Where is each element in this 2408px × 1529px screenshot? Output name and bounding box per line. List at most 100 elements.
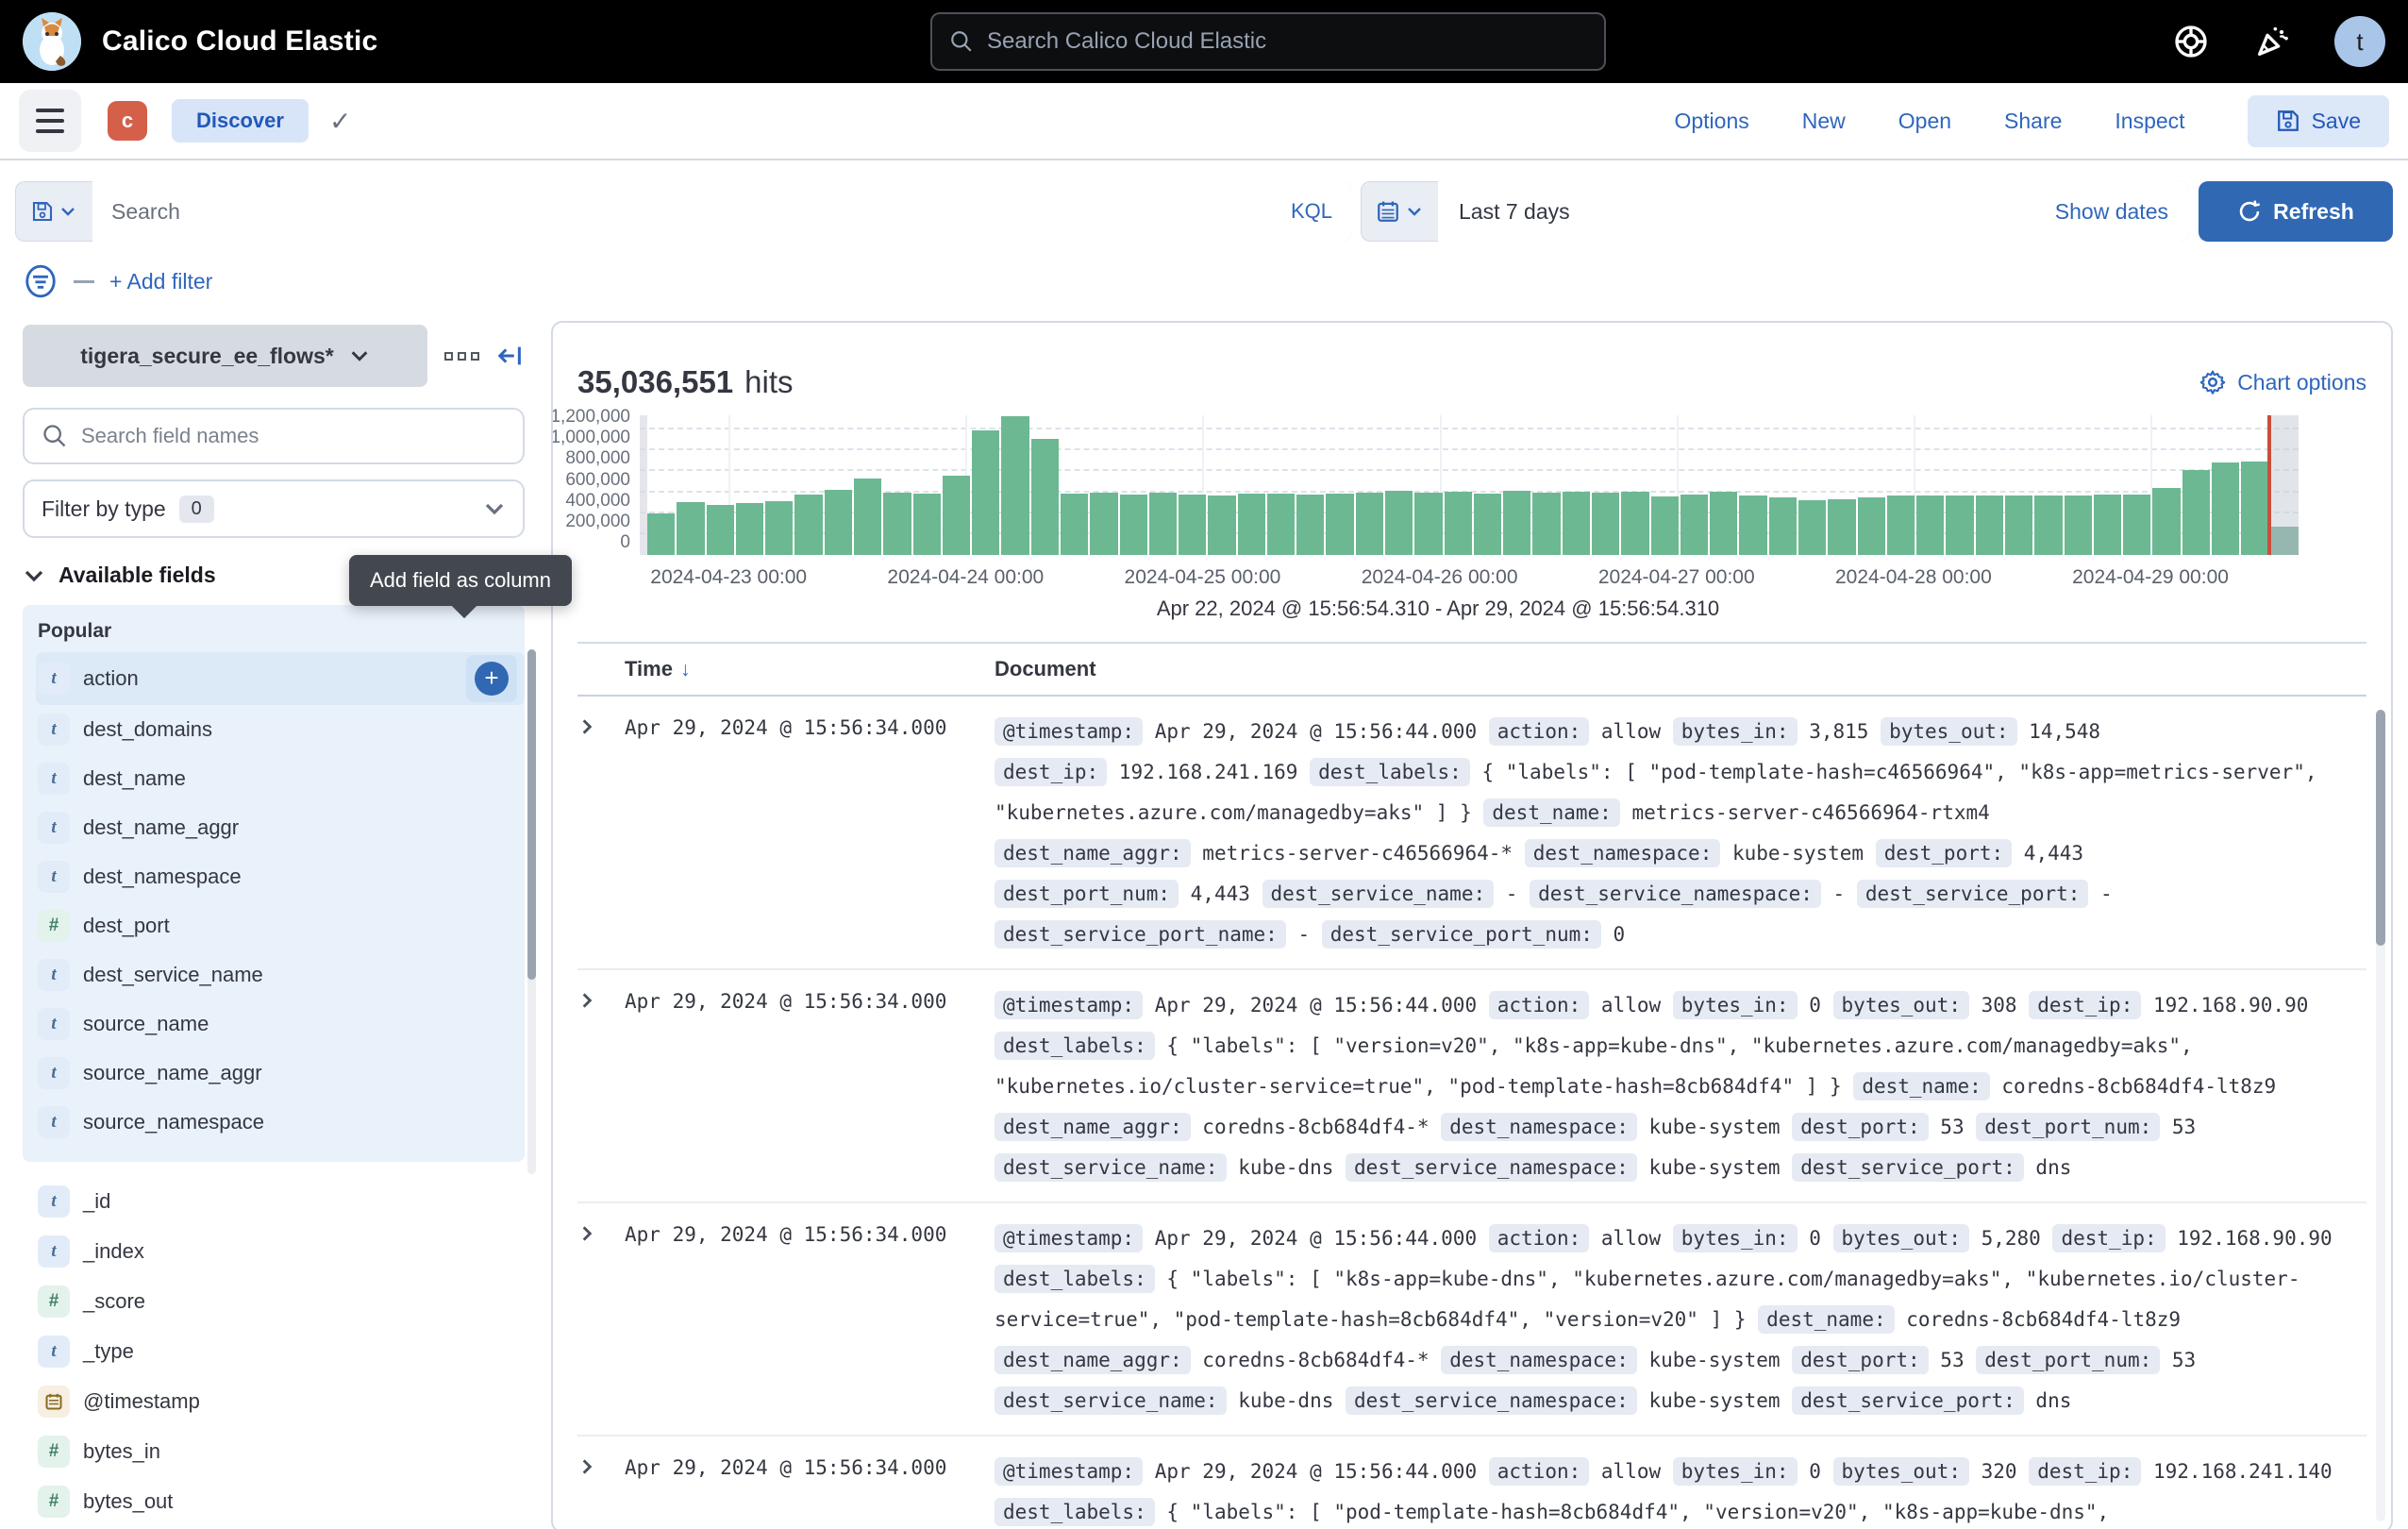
field-type-t-icon: t — [38, 1106, 70, 1138]
date-picker-menu[interactable] — [1361, 181, 1438, 242]
inspect-link[interactable]: Inspect — [2115, 109, 2184, 134]
document-column-header: Document — [995, 657, 2366, 681]
time-range-value[interactable]: Last 7 days — [1459, 199, 1570, 225]
user-avatar[interactable]: t — [2334, 16, 2385, 67]
date-picker-group: Last 7 days Show dates — [1361, 181, 2189, 242]
news-icon[interactable] — [2253, 23, 2291, 60]
field-name-badge: dest_labels: — [995, 1032, 1155, 1060]
check-icon: ✓ — [329, 106, 351, 137]
index-pattern-selector[interactable]: tigera_secure_ee_flows* — [23, 325, 427, 387]
field-name-badge: dest_ip: — [2052, 1224, 2165, 1252]
field-name-badge: dest_labels: — [995, 1498, 1155, 1526]
open-link[interactable]: Open — [1898, 109, 1951, 134]
field-item-_type[interactable]: t_type — [36, 1327, 525, 1376]
field-item-dest_name_aggr[interactable]: tdest_name_aggr — [36, 803, 525, 852]
field-name-badge: dest_service_name: — [995, 1153, 1227, 1182]
app-navbar: c Discover ✓ Options New Open Share Insp… — [0, 83, 2408, 160]
help-icon[interactable] — [2172, 23, 2210, 60]
row-document: @timestamp: Apr 29, 2024 @ 15:56:44.000 … — [995, 985, 2366, 1188]
menu-button[interactable] — [19, 90, 81, 152]
calico-cat-icon — [23, 12, 81, 71]
field-name-badge: dest_service_namespace: — [1346, 1386, 1637, 1415]
collapse-sidebar-icon[interactable] — [496, 342, 525, 370]
expand-row-button[interactable] — [577, 712, 625, 955]
popular-fields-section: Popular taction+tdest_domainstdest_namet… — [23, 605, 525, 1162]
discover-app: Calico Cloud Elastic — [0, 0, 2408, 1529]
table-scrollbar[interactable] — [2376, 710, 2385, 1521]
field-item-source_name[interactable]: tsource_name — [36, 1000, 525, 1049]
filter-separator — [74, 280, 94, 283]
refresh-button[interactable]: Refresh — [2199, 181, 2393, 242]
field-display-options-icon[interactable] — [444, 352, 479, 361]
field-item-dest_name[interactable]: tdest_name — [36, 754, 525, 803]
field-name: dest_namespace — [83, 865, 242, 889]
field-name-badge: dest_service_name: — [1263, 880, 1495, 908]
field-item-bytes_out[interactable]: #bytes_out — [36, 1477, 525, 1526]
field-item-dest_service_name[interactable]: tdest_service_name — [36, 950, 525, 1000]
chart-options-button[interactable]: Chart options — [2199, 369, 2366, 395]
field-name-badge: dest_service_name: — [995, 1386, 1227, 1415]
field-item-@timestamp[interactable]: @timestamp — [36, 1377, 525, 1426]
field-name-badge: bytes_in: — [1673, 991, 1798, 1019]
chevron-down-icon — [349, 345, 370, 366]
field-name-badge: dest_service_port_num: — [1322, 920, 1601, 949]
x-axis-labels: 2024-04-23 00:002024-04-24 00:002024-04-… — [640, 555, 2299, 593]
query-search-input[interactable] — [111, 199, 1279, 225]
query-language-button[interactable]: KQL — [1291, 199, 1332, 224]
share-link[interactable]: Share — [2004, 109, 2062, 134]
field-name-badge: dest_name: — [1758, 1305, 1894, 1334]
add-field-tooltip: Add field as column — [349, 555, 572, 606]
calico-logo[interactable] — [23, 12, 81, 71]
field-item-_id[interactable]: t_id — [36, 1177, 525, 1226]
add-filter-button[interactable]: + Add filter — [109, 269, 212, 294]
field-item-source_namespace[interactable]: tsource_namespace — [36, 1098, 525, 1147]
field-search-input[interactable] — [81, 424, 506, 448]
field-type-t-icon: t — [38, 1185, 70, 1218]
expand-row-button[interactable] — [577, 1452, 625, 1529]
field-type-t-icon: t — [38, 1057, 70, 1089]
sidebar-scrollbar[interactable] — [527, 649, 536, 1174]
histogram-bars[interactable] — [640, 415, 2299, 555]
row-timestamp: Apr 29, 2024 @ 15:56:34.000 — [625, 1452, 995, 1529]
field-search[interactable] — [23, 408, 525, 464]
show-dates-button[interactable]: Show dates — [2055, 199, 2168, 225]
field-type-num-icon: # — [38, 1436, 70, 1468]
options-link[interactable]: Options — [1674, 109, 1748, 134]
breadcrumb[interactable]: Discover — [172, 99, 309, 143]
row-document: @timestamp: Apr 29, 2024 @ 15:56:44.000 … — [995, 1452, 2366, 1529]
filter-icon[interactable] — [23, 263, 59, 299]
field-name-badge: dest_port_num: — [1976, 1113, 2160, 1141]
field-name-badge: @timestamp: — [995, 1457, 1143, 1486]
row-document: @timestamp: Apr 29, 2024 @ 15:56:44.000 … — [995, 712, 2366, 955]
field-item-dest_domains[interactable]: tdest_domains — [36, 705, 525, 754]
refresh-icon — [2237, 199, 2262, 224]
global-search-input[interactable] — [987, 28, 1553, 55]
field-type-t-icon: t — [38, 763, 70, 795]
field-item-dest_namespace[interactable]: tdest_namespace — [36, 852, 525, 901]
query-input-group: KQL — [15, 181, 1351, 242]
field-item-action[interactable]: taction+ — [36, 652, 525, 705]
save-button[interactable]: Save — [2248, 95, 2389, 147]
hits-histogram[interactable]: 0200,000400,000600,000800,0001,000,0001,… — [577, 415, 2299, 621]
add-field-as-column-button[interactable]: + — [475, 662, 509, 696]
field-name: @timestamp — [83, 1389, 200, 1414]
y-axis-labels: 0200,000400,000600,000800,0001,000,0001,… — [577, 415, 640, 555]
field-name: _type — [83, 1339, 134, 1364]
field-item-dest_port[interactable]: #dest_port — [36, 901, 525, 950]
field-item-source_name_aggr[interactable]: tsource_name_aggr — [36, 1049, 525, 1098]
field-name-badge: @timestamp: — [995, 717, 1143, 746]
field-item-_index[interactable]: t_index — [36, 1227, 525, 1276]
new-link[interactable]: New — [1802, 109, 1846, 134]
time-column-header[interactable]: Time↓ — [625, 657, 995, 681]
expand-row-button[interactable] — [577, 1218, 625, 1421]
space-badge[interactable]: c — [108, 101, 147, 141]
chevron-down-icon — [59, 203, 76, 220]
filter-by-type-select[interactable]: Filter by type 0 — [23, 479, 525, 538]
field-name-badge: action: — [1489, 717, 1590, 746]
field-name-badge: @timestamp: — [995, 991, 1143, 1019]
field-item-bytes_in[interactable]: #bytes_in — [36, 1427, 525, 1476]
expand-row-button[interactable] — [577, 985, 625, 1188]
saved-query-menu[interactable] — [15, 181, 92, 242]
global-search[interactable] — [930, 12, 1606, 71]
field-item-_score[interactable]: #_score — [36, 1277, 525, 1326]
